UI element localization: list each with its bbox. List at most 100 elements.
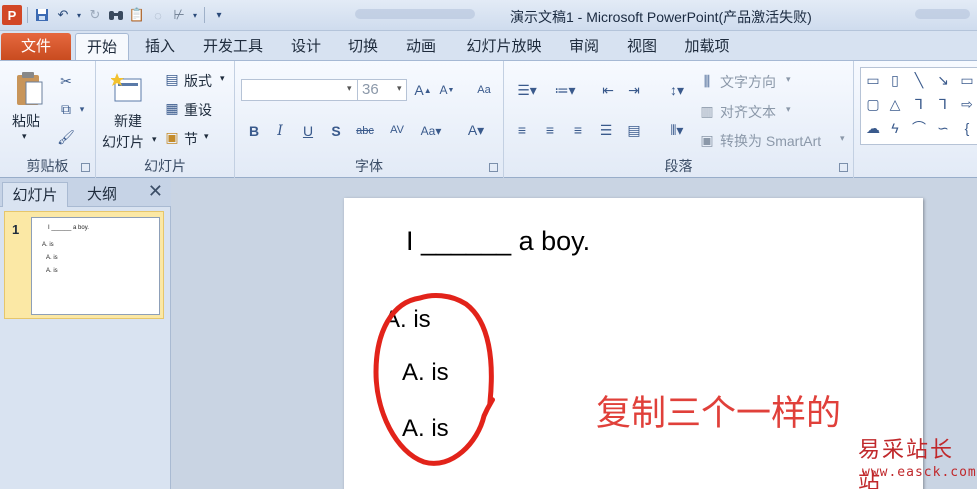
smartart-dropdown-icon[interactable]: ▾ [840,133,845,144]
powerpoint-logo-icon[interactable]: P [2,5,22,25]
smartart-icon[interactable]: ▣ [698,130,716,150]
customize-qat-icon[interactable]: ▾ [210,6,228,24]
slide-canvas[interactable]: I ______ a boy. A. is A. is A. is 复制三个一样… [344,198,923,489]
tab-outline[interactable]: 大纲 [72,182,132,207]
undo-dropdown-icon[interactable]: ▾ [75,6,83,24]
slide-thumbnail[interactable]: I ______ a boy. A. is A. is A. is [31,217,160,315]
close-pane-icon[interactable]: ✕ [148,181,163,202]
tool-dropdown-icon[interactable]: ▾ [191,6,199,24]
underline-icon[interactable]: U [299,121,317,141]
layout-icon[interactable]: ▤ [164,71,180,87]
paste-button[interactable]: 粘贴 [12,111,40,131]
section-icon[interactable]: ▣ [164,129,180,145]
tab-transitions[interactable]: 切换 [341,33,385,61]
layout-dropdown-icon[interactable]: ▾ [220,73,225,84]
tab-file[interactable]: 文件 [1,33,71,61]
align-text-dropdown-icon[interactable]: ▾ [786,104,791,115]
cut-icon[interactable]: ✂ [56,71,76,91]
bold-icon[interactable]: B [245,121,263,141]
curve-shape-icon[interactable]: ∽ [934,119,952,137]
text-direction-icon[interactable]: ⫼ [698,71,716,91]
paste-dropdown-icon[interactable]: ▾ [22,131,27,142]
arrow-shape-icon[interactable]: ↘ [934,71,952,89]
strikethrough-icon[interactable]: abc [353,121,377,141]
elbow-arrow-shape-icon[interactable]: ⅂ [934,95,952,113]
new-slide-icon[interactable] [110,71,144,105]
tab-animations[interactable]: 动画 [399,33,443,61]
tab-developer[interactable]: 开发工具 [196,33,270,61]
distributed-icon[interactable]: ▤ [624,119,644,141]
format-painter-icon[interactable]: 🖌 [56,127,76,147]
paste-button-icon[interactable] [12,69,46,109]
tab-review[interactable]: 审阅 [562,33,606,61]
new-slide-dropdown-icon[interactable]: ▾ [152,134,157,145]
tab-insert[interactable]: 插入 [138,33,182,61]
tool-icon[interactable]: ⊬ [170,6,188,24]
shape-icon[interactable]: ◌ [149,6,167,24]
cloud-shape-icon[interactable]: ☁ [864,119,882,137]
tab-design[interactable]: 设计 [284,33,328,61]
line-spacing-icon[interactable]: ↕▾ [662,79,692,101]
increase-indent-icon[interactable]: ⇥ [624,79,644,101]
change-case-icon[interactable]: Aa▾ [419,121,443,141]
font-launcher-icon[interactable] [489,163,498,172]
right-arrow-shape-icon[interactable]: ⇨ [958,95,976,113]
redo-icon[interactable]: ↻ [86,6,104,24]
undo-icon[interactable]: ↶ [54,6,72,24]
font-name-dropdown-icon[interactable]: ▾ [347,83,352,94]
section-button[interactable]: 节 [184,129,198,149]
grow-font-icon[interactable]: A ▲ [413,79,433,101]
paste-icon[interactable]: 📋 [128,6,146,24]
copy-dropdown-icon[interactable]: ▾ [78,99,86,119]
copy-icon[interactable]: ⧉ [56,99,76,119]
tab-addins[interactable]: 加载项 [677,33,737,61]
slide-title-text[interactable]: I ______ a boy. [406,226,590,257]
elbow-connector-shape-icon[interactable]: ⅂ [910,95,928,113]
reset-button[interactable]: 重设 [184,100,212,120]
rectangle-shape-icon[interactable]: ▭ [958,71,976,89]
align-left-icon[interactable]: ≡ [512,119,532,141]
character-spacing-icon[interactable]: AV [385,119,409,141]
text-direction-button[interactable]: 文字方向 [720,72,776,92]
tab-view[interactable]: 视图 [620,33,664,61]
align-text-button[interactable]: 对齐文本 [720,102,776,122]
align-right-icon[interactable]: ≡ [568,119,588,141]
new-slide-button-line2[interactable]: 幻灯片 [102,132,144,152]
align-text-icon[interactable]: ▥ [698,101,716,121]
bullets-icon[interactable]: ☰▾ [512,79,542,101]
new-slide-button-line1[interactable]: 新建 [114,111,142,131]
numbering-icon[interactable]: ≔▾ [550,79,580,101]
save-icon[interactable] [33,6,51,24]
columns-icon[interactable]: ⫴▾ [662,119,692,141]
layout-button[interactable]: 版式 [184,71,212,91]
paragraph-launcher-icon[interactable] [839,163,848,172]
font-color-icon[interactable]: A▾ [465,119,487,141]
font-name-combobox[interactable] [241,79,359,101]
clear-formatting-icon[interactable]: Aa [473,79,495,101]
decrease-indent-icon[interactable]: ⇤ [598,79,618,101]
textbox-shape-icon[interactable]: ▭ [864,71,882,89]
tab-slides[interactable]: 幻灯片 [2,182,68,207]
slide-thumbnail-item[interactable]: 1 I ______ a boy. A. is A. is A. is [4,211,164,319]
tab-home[interactable]: 开始 [75,33,129,61]
shrink-font-icon[interactable]: A ▼ [437,79,457,101]
text-direction-dropdown-icon[interactable]: ▾ [786,74,791,85]
shadow-icon[interactable]: S [327,121,345,141]
tab-slideshow[interactable]: 幻灯片放映 [458,33,550,61]
brace-shape-icon[interactable]: { [958,119,976,137]
triangle-shape-icon[interactable]: △ [886,95,904,113]
rounded-rectangle-shape-icon[interactable]: ▢ [864,95,882,113]
line-shape-icon[interactable]: ╲ [910,71,928,89]
italic-icon[interactable]: I [271,121,289,141]
font-size-dropdown-icon[interactable]: ▾ [397,83,402,94]
vertical-textbox-shape-icon[interactable]: ▯ [886,71,904,89]
clipboard-launcher-icon[interactable] [81,163,90,172]
arc-shape-icon[interactable]: ⌒ [910,119,928,137]
align-center-icon[interactable]: ≡ [540,119,560,141]
reset-icon[interactable]: ▦ [164,100,180,116]
justify-icon[interactable]: ☰ [596,119,616,141]
find-icon[interactable] [107,6,125,24]
lightning-shape-icon[interactable]: ϟ [886,119,904,137]
convert-to-smartart-button[interactable]: 转换为 SmartArt [720,131,821,151]
section-dropdown-icon[interactable]: ▾ [204,131,209,142]
